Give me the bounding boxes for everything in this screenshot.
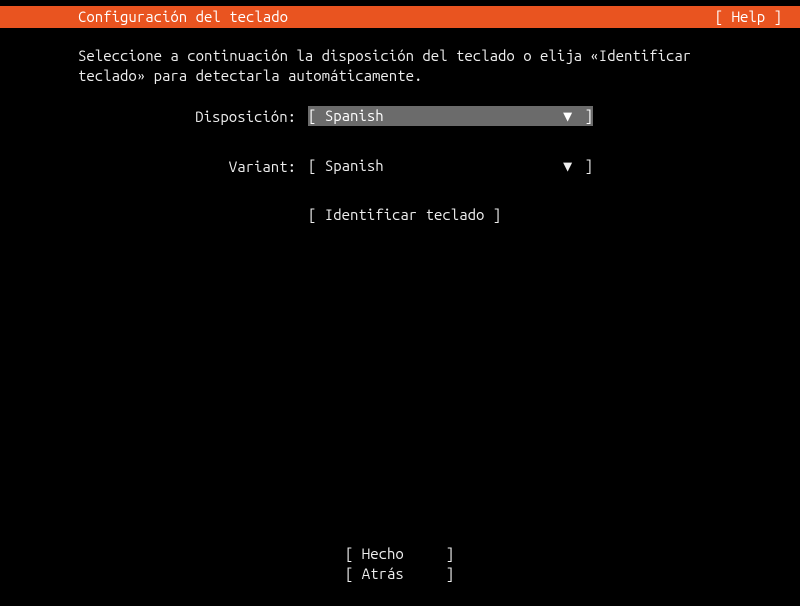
identify-row: [ Identificar teclado ] (78, 206, 722, 223)
footer-buttons: [ Hecho ] [ Atrás ] (0, 544, 800, 584)
variant-value: Spanish (325, 156, 384, 176)
variant-dropdown[interactable]: [ Spanish ▼ ] (308, 156, 593, 176)
bracket-open: [ (308, 156, 325, 176)
bracket-open: [ (308, 106, 325, 126)
variant-label: Variant: (78, 158, 308, 175)
layout-row: Disposición: [ Spanish ▼ ] (78, 106, 722, 126)
done-button[interactable]: [ Hecho ] (345, 544, 455, 564)
bracket-close: ] (572, 106, 593, 126)
layout-dropdown[interactable]: [ Spanish ▼ ] (308, 106, 593, 126)
variant-row: Variant: [ Spanish ▼ ] (78, 156, 722, 176)
layout-label: Disposición: (78, 108, 308, 125)
page-title: Configuración del teclado (78, 6, 288, 28)
instructions-text: Seleccione a continuación la disposición… (78, 46, 722, 86)
identify-keyboard-button[interactable]: [ Identificar teclado ] (308, 206, 501, 223)
content-area: Seleccione a continuación la disposición… (0, 28, 800, 223)
chevron-down-icon: ▼ (557, 106, 572, 126)
bracket-close: ] (572, 156, 593, 176)
help-button[interactable]: [ Help ] (715, 6, 792, 28)
back-button[interactable]: [ Atrás ] (345, 564, 455, 584)
header-bar: Configuración del teclado [ Help ] (0, 6, 800, 28)
layout-value: Spanish (325, 106, 384, 126)
chevron-down-icon: ▼ (557, 156, 572, 176)
